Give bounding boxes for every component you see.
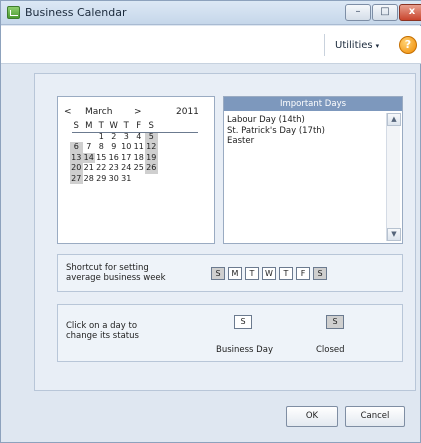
- calendar-header-divider: [72, 132, 198, 133]
- important-days-header: Important Days: [224, 97, 402, 111]
- calendar-week-row: 13 14 15 16 17 18 19: [70, 152, 158, 164]
- calendar-day[interactable]: 1: [95, 132, 108, 143]
- ok-button[interactable]: OK: [286, 406, 338, 427]
- calendar-day-closed[interactable]: 19: [145, 152, 158, 163]
- calendar-day: [145, 174, 158, 185]
- weekday-header: W: [109, 121, 118, 131]
- calendar-day: [70, 132, 83, 143]
- calendar-day[interactable]: 2: [108, 132, 121, 143]
- calendar-day[interactable]: 17: [120, 153, 133, 164]
- business-day-sample: S: [234, 315, 252, 329]
- weekday-header: T: [98, 121, 104, 131]
- business-day-caption: Business Day: [216, 345, 273, 355]
- day-status-legend: Click on a day to change its status S S …: [57, 304, 403, 362]
- calendar-grid: S M T W T F S 1 2 3 4 5 6 7 8 9 10 11 12…: [70, 121, 158, 184]
- weekday-toggle-tuesday[interactable]: T: [245, 267, 259, 280]
- calendar-week-row: 20 21 22 23 24 25 26: [70, 163, 158, 174]
- calendar-day-closed[interactable]: 12: [145, 142, 158, 153]
- chevron-down-icon: ▾: [375, 42, 380, 50]
- calendar-day-closed[interactable]: 5: [145, 131, 158, 142]
- calendar-day[interactable]: 22: [95, 163, 108, 174]
- weekday-toggle-sunday[interactable]: S: [211, 267, 225, 280]
- calendar-week-row: 27 28 29 30 31: [70, 173, 158, 185]
- weekday-header: M: [85, 121, 93, 131]
- weekday-toggle-wednesday[interactable]: W: [262, 267, 276, 280]
- maximize-button[interactable]: □: [372, 4, 398, 21]
- shortcut-label: Shortcut for setting average business we…: [66, 263, 166, 283]
- calendar-week-row: 6 7 8 9 10 11 12: [70, 142, 158, 153]
- weekday-toggle-group: S M T W T F S: [211, 267, 327, 280]
- closed-day-sample: S: [326, 315, 344, 329]
- business-calendar-window: Business Calendar – □ x Utilities ▾ ? < M…: [0, 0, 421, 443]
- calendar-day[interactable]: 24: [120, 163, 133, 174]
- calendar-day[interactable]: 15: [95, 153, 108, 164]
- calendar-day[interactable]: 29: [95, 174, 108, 185]
- list-item[interactable]: Labour Day (14th): [227, 115, 387, 126]
- weekday-header: S: [73, 121, 79, 131]
- weekday-toggle-friday[interactable]: F: [296, 267, 310, 280]
- scroll-up-icon[interactable]: ▲: [387, 113, 401, 126]
- calendar-day-closed[interactable]: 27: [70, 173, 83, 184]
- status-instructions: Click on a day to change its status: [66, 321, 139, 341]
- calendar-day-closed[interactable]: 6: [70, 142, 83, 153]
- calendar-day: [83, 132, 96, 143]
- weekday-toggle-saturday[interactable]: S: [313, 267, 327, 280]
- closed-caption: Closed: [316, 345, 345, 355]
- calendar-day[interactable]: 11: [133, 142, 146, 153]
- window-title: Business Calendar: [25, 6, 127, 19]
- calendar-day[interactable]: 3: [120, 132, 133, 143]
- calendar-day-closed[interactable]: 26: [145, 163, 158, 174]
- calendar-day[interactable]: 21: [83, 163, 96, 174]
- calendar-day[interactable]: 10: [120, 142, 133, 153]
- calendar-day[interactable]: 28: [83, 174, 96, 185]
- weekday-header: F: [136, 121, 142, 131]
- weekday-header-row: S M T W T F S: [70, 121, 158, 132]
- calendar-week-row: 1 2 3 4 5: [70, 131, 158, 143]
- title-bar: Business Calendar – □ x: [1, 1, 421, 25]
- list-item[interactable]: St. Patrick's Day (17th): [227, 126, 387, 137]
- calendar-day[interactable]: 4: [133, 132, 146, 143]
- calendar-day[interactable]: 30: [108, 174, 121, 185]
- help-icon[interactable]: ?: [399, 36, 417, 54]
- calendar-header: < March > 2011: [58, 107, 216, 119]
- weekday-toggle-monday[interactable]: M: [228, 267, 242, 280]
- calendar-day-closed[interactable]: 14: [82, 152, 95, 163]
- month-label: March: [85, 107, 113, 117]
- month-calendar: < March > 2011 S M T W T F S 1 2 3 4 5 6…: [57, 96, 215, 244]
- minimize-button[interactable]: –: [345, 4, 371, 21]
- important-days-items: Labour Day (14th) St. Patrick's Day (17t…: [227, 115, 387, 147]
- calendar-day[interactable]: 8: [95, 142, 108, 153]
- weekday-header: S: [148, 121, 154, 131]
- calendar-day[interactable]: 23: [108, 163, 121, 174]
- business-week-shortcut: Shortcut for setting average business we…: [57, 254, 403, 292]
- calendar-day: [133, 174, 146, 185]
- list-item[interactable]: Easter: [227, 136, 387, 147]
- next-month-button[interactable]: >: [134, 107, 142, 117]
- close-button[interactable]: x: [399, 4, 421, 21]
- utilities-menu[interactable]: Utilities ▾: [335, 40, 379, 51]
- calendar-day[interactable]: 18: [133, 153, 146, 164]
- weekday-toggle-thursday[interactable]: T: [279, 267, 293, 280]
- calendar-day-closed[interactable]: 13: [70, 152, 83, 163]
- scroll-down-icon[interactable]: ▼: [387, 228, 401, 241]
- calendar-app-icon: [7, 6, 20, 19]
- calendar-day-closed[interactable]: 20: [70, 163, 83, 174]
- toolbar-separator: [324, 34, 325, 56]
- important-days-list[interactable]: Important Days Labour Day (14th) St. Pat…: [223, 96, 403, 244]
- cancel-button[interactable]: Cancel: [345, 406, 405, 427]
- utilities-label: Utilities: [335, 40, 373, 51]
- calendar-day[interactable]: 9: [108, 142, 121, 153]
- toolbar: Utilities ▾ ?: [1, 26, 421, 64]
- weekday-header: T: [123, 121, 129, 131]
- calendar-day[interactable]: 7: [83, 142, 96, 153]
- calendar-day[interactable]: 31: [120, 174, 133, 185]
- vertical-scrollbar[interactable]: ▲ ▼: [386, 113, 401, 241]
- previous-month-button[interactable]: <: [64, 107, 72, 117]
- calendar-day[interactable]: 16: [108, 153, 121, 164]
- year-label: 2011: [176, 107, 199, 117]
- calendar-day[interactable]: 25: [133, 163, 146, 174]
